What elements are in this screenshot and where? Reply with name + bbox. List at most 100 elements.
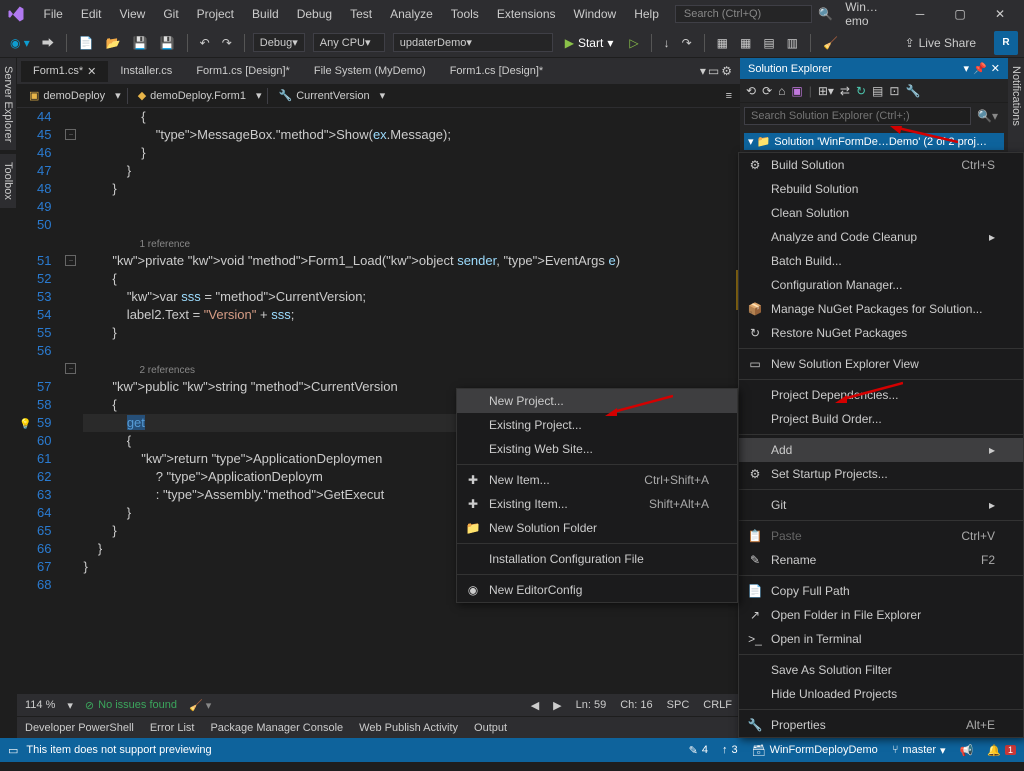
git-commits-count[interactable]: ↑ 3 [722, 744, 738, 756]
feedback-icon[interactable]: 📢 [960, 744, 974, 757]
breadcrumb-project[interactable]: ▣demoDeploy [25, 87, 109, 104]
scroll-left-icon[interactable]: ◀ [531, 699, 539, 712]
menu-item[interactable]: ▭New Solution Explorer View [739, 352, 1023, 376]
collapse-icon[interactable]: ▤ [872, 84, 883, 98]
scroll-right-icon[interactable]: ▶ [553, 699, 561, 712]
menu-item[interactable]: Hide Unloaded Projects [739, 682, 1023, 706]
menu-git[interactable]: Git [155, 3, 186, 25]
eol-indicator[interactable]: CRLF [703, 699, 732, 712]
indent-indicator[interactable]: SPC [667, 699, 690, 712]
back-icon[interactable]: ⟲ [746, 84, 756, 98]
menu-item[interactable]: 📁New Solution Folder [457, 516, 737, 540]
document-tab[interactable]: Form1.cs [Design]* [438, 61, 556, 81]
start-debug-button[interactable]: ▶Start ▾ [557, 34, 622, 52]
menu-item[interactable]: Project Build Order... [739, 407, 1023, 431]
uncomment-button[interactable]: ▦ [736, 34, 755, 52]
nav-back-button[interactable]: ◉ ▾ [6, 34, 34, 52]
quick-search[interactable]: Search (Ctrl+Q) [675, 5, 812, 23]
menu-item[interactable]: >_Open in Terminal [739, 627, 1023, 651]
show-all-icon[interactable]: ⊡ [889, 84, 899, 98]
breadcrumb-member[interactable]: 🔧CurrentVersion [274, 87, 373, 104]
panel-pin-icon[interactable]: 📌 [973, 62, 987, 75]
tab-settings-icon[interactable]: ⚙ [721, 64, 732, 78]
menu-item[interactable]: New Project... [457, 389, 737, 413]
switch-view-icon[interactable]: ▣ [791, 84, 802, 98]
open-file-button[interactable]: 📂 [102, 34, 125, 52]
solution-search-input[interactable] [744, 107, 971, 125]
home-icon[interactable]: ⌂ [778, 84, 785, 98]
menu-item[interactable]: Batch Build... [739, 249, 1023, 273]
menu-item[interactable]: Existing Web Site... [457, 437, 737, 461]
menu-item[interactable]: Analyze and Code Cleanup▸ [739, 225, 1023, 249]
undo-button[interactable]: ↶ [196, 34, 214, 52]
menu-window[interactable]: Window [566, 3, 625, 25]
menu-item[interactable]: ↗Open Folder in File Explorer [739, 603, 1023, 627]
git-branch[interactable]: ⑂ master ▾ [892, 744, 946, 757]
fold-toggle[interactable]: − [65, 129, 76, 140]
menu-project[interactable]: Project [189, 3, 242, 25]
menu-item[interactable]: 📦Manage NuGet Packages for Solution... [739, 297, 1023, 321]
code-cleanup-button[interactable]: 🧹 [819, 34, 842, 52]
output-tab[interactable]: Output [474, 722, 507, 734]
menu-item[interactable]: ✚New Item...Ctrl+Shift+A [457, 468, 737, 492]
menu-analyze[interactable]: Analyze [382, 3, 441, 25]
output-tab[interactable]: Package Manager Console [210, 722, 343, 734]
zoom-level[interactable]: 114 % [25, 699, 55, 711]
fwd-icon[interactable]: ⟳ [762, 84, 772, 98]
menu-tools[interactable]: Tools [443, 3, 487, 25]
sync-icon[interactable]: ⇄ [840, 84, 850, 98]
output-tab[interactable]: Developer PowerShell [25, 722, 134, 734]
panel-close-icon[interactable]: ✕ [991, 62, 1000, 75]
document-tab[interactable]: Form1.cs [Design]* [184, 61, 302, 81]
panel-dropdown-icon[interactable]: ▾ [964, 62, 970, 75]
menu-view[interactable]: View [112, 3, 154, 25]
tab-dropdown-icon[interactable]: ▾ [700, 64, 706, 78]
redo-button[interactable]: ↷ [218, 34, 236, 52]
start-no-debug-button[interactable]: ▷ [625, 34, 642, 52]
fold-toggle[interactable]: − [65, 363, 76, 374]
menu-item[interactable]: ✚Existing Item...Shift+Alt+A [457, 492, 737, 516]
tab-close-icon[interactable]: ✕ [87, 65, 96, 78]
menu-item[interactable]: Existing Project... [457, 413, 737, 437]
menu-extensions[interactable]: Extensions [489, 3, 564, 25]
search-filter-icon[interactable]: 🔍▾ [971, 107, 1004, 125]
document-tab[interactable]: File System (MyDemo) [302, 61, 438, 81]
menu-item[interactable]: Add▸ [739, 438, 1023, 462]
menu-item[interactable]: ⚙Set Startup Projects... [739, 462, 1023, 486]
breadcrumb-class[interactable]: ◆demoDeploy.Form1 [134, 87, 250, 104]
platform-dropdown[interactable]: Any CPU ▾ [313, 33, 385, 52]
output-tab[interactable]: Error List [150, 722, 195, 734]
menu-item[interactable]: Project Dependencies... [739, 383, 1023, 407]
live-share-button[interactable]: ⇪ Live Share [897, 34, 984, 52]
indent-button[interactable]: ▤ [759, 34, 778, 52]
tab-preview-icon[interactable]: ▭ [708, 64, 719, 78]
comment-button[interactable]: ▦ [713, 34, 732, 52]
step-over-button[interactable]: ↷ [678, 34, 696, 52]
nav-fwd-button[interactable]: ⮕ [38, 32, 58, 53]
maximize-button[interactable]: ▢ [940, 0, 980, 28]
refresh-icon[interactable]: ↻ [856, 84, 866, 98]
menu-item[interactable]: Save As Solution Filter [739, 658, 1023, 682]
solution-node[interactable]: ▾ 📁Solution 'WinFormDe…Demo' (2 of 2 pro… [744, 133, 1004, 150]
menu-item[interactable]: ↻Restore NuGet Packages [739, 321, 1023, 345]
menu-item[interactable]: Clean Solution [739, 201, 1023, 225]
split-view-icon[interactable]: ≡ [726, 90, 732, 102]
menu-item[interactable]: 📄Copy Full Path [739, 579, 1023, 603]
server-explorer-tab[interactable]: Server Explorer [0, 58, 17, 150]
git-changes-count[interactable]: ✎ 4 [689, 744, 708, 757]
output-tab[interactable]: Web Publish Activity [359, 722, 458, 734]
menu-debug[interactable]: Debug [289, 3, 340, 25]
solution-explorer-header[interactable]: Solution Explorer ▾ 📌 ✕ [740, 58, 1008, 79]
menu-edit[interactable]: Edit [73, 3, 110, 25]
menu-item[interactable]: 🔧PropertiesAlt+E [739, 713, 1023, 737]
menu-item[interactable]: ◉New EditorConfig [457, 578, 737, 602]
filter-icon[interactable]: ⊞▾ [818, 84, 834, 98]
menu-build[interactable]: Build [244, 3, 287, 25]
git-repo[interactable]: 🗃 WinFormDeployDemo [752, 744, 878, 757]
startup-dropdown[interactable]: updaterDemo ▾ [393, 33, 553, 52]
outdent-button[interactable]: ▥ [783, 34, 802, 52]
config-dropdown[interactable]: Debug ▾ [253, 33, 305, 52]
profile-button[interactable]: R [994, 31, 1018, 55]
save-button[interactable]: 💾 [129, 34, 152, 52]
menu-item[interactable]: ✎RenameF2 [739, 548, 1023, 572]
